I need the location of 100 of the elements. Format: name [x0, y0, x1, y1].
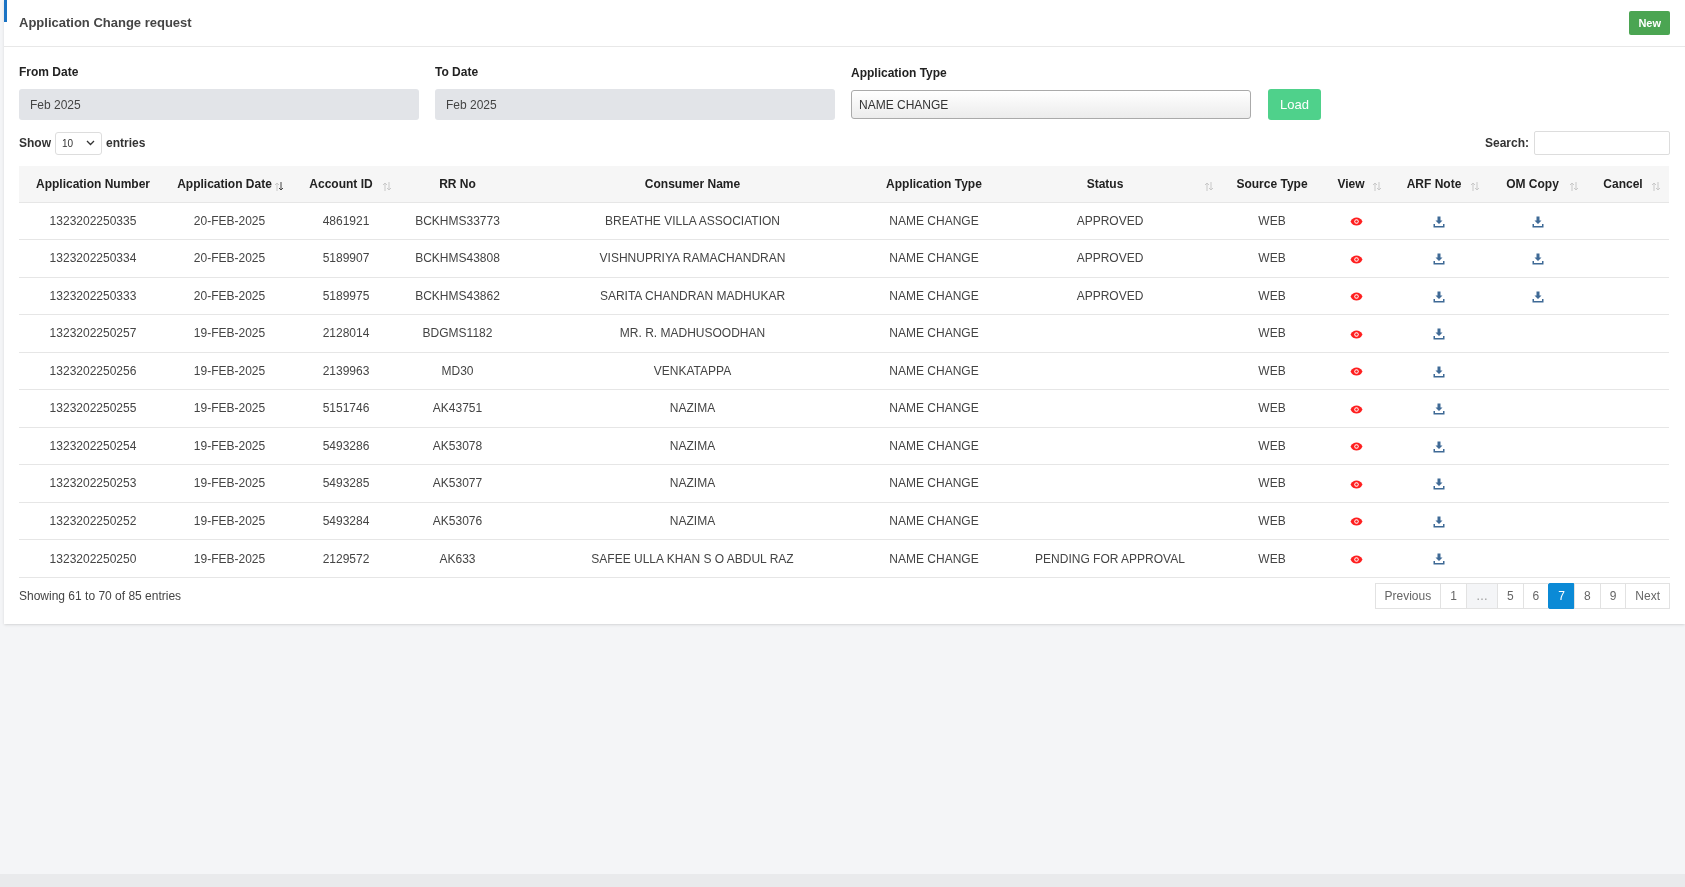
table-cell: NAME CHANGE: [870, 202, 998, 240]
table-cell: AK43751: [400, 389, 515, 427]
table-cell: WEB: [1222, 352, 1322, 390]
chevron-down-icon: [86, 140, 95, 146]
eye-icon[interactable]: [1349, 292, 1363, 302]
table-cell: WEB: [1222, 277, 1322, 315]
column-header: RR No: [400, 166, 515, 202]
column-header[interactable]: View: [1322, 166, 1390, 202]
table-cell: 5493285: [292, 464, 400, 502]
eye-icon[interactable]: [1349, 479, 1363, 489]
page-button[interactable]: Next: [1625, 583, 1670, 609]
eye-icon[interactable]: [1349, 442, 1363, 452]
column-header[interactable]: ARF Note: [1390, 166, 1488, 202]
page-button[interactable]: Previous: [1374, 583, 1442, 609]
page-title: Application Change request: [19, 14, 192, 33]
table-cell: AK53076: [400, 502, 515, 540]
column-header[interactable]: Application Date: [167, 166, 292, 202]
page-button[interactable]: 8: [1573, 583, 1601, 609]
table-cell: NAME CHANGE: [870, 502, 998, 540]
column-header[interactable]: Account ID: [292, 166, 400, 202]
table-cell: 20-FEB-2025: [167, 277, 292, 315]
date-field[interactable]: Feb 2025: [19, 89, 419, 120]
table-cell: WEB: [1222, 464, 1322, 502]
table-cell: NAZIMA: [515, 427, 870, 465]
table-cell: 19-FEB-2025: [167, 539, 292, 577]
page-button[interactable]: 5: [1496, 583, 1524, 609]
download-icon[interactable]: [1433, 553, 1445, 566]
table-cell: NAME CHANGE: [870, 314, 998, 352]
table-cell: 4861921: [292, 202, 400, 240]
entries-label: entries: [106, 135, 146, 152]
table-cell: NAME CHANGE: [870, 539, 998, 577]
column-header[interactable]: OM Copy: [1488, 166, 1587, 202]
download-icon[interactable]: [1531, 215, 1544, 228]
download-icon[interactable]: [1433, 215, 1445, 228]
table-cell: 1323202250334: [19, 239, 167, 277]
accent-bar: [4, 0, 7, 22]
table-cell: 2139963: [292, 352, 400, 390]
table-cell: NAME CHANGE: [870, 427, 998, 465]
download-icon[interactable]: [1433, 328, 1445, 341]
table-cell: BCKHMS43862: [400, 277, 515, 315]
download-icon[interactable]: [1433, 403, 1445, 416]
eye-icon[interactable]: [1349, 517, 1363, 527]
table-cell: WEB: [1222, 427, 1322, 465]
show-label: Show: [19, 135, 51, 152]
table-cell: APPROVED: [998, 202, 1222, 240]
table-cell: 1323202250253: [19, 464, 167, 502]
table-cell: 2128014: [292, 314, 400, 352]
download-icon[interactable]: [1531, 290, 1544, 303]
table-cell: WEB: [1222, 539, 1322, 577]
download-icon[interactable]: [1433, 290, 1445, 303]
entries-select[interactable]: 10: [55, 131, 102, 155]
table-cell: MR. R. MADHUSOODHAN: [515, 314, 870, 352]
eye-icon[interactable]: [1349, 217, 1363, 227]
table-cell: MD30: [400, 352, 515, 390]
page-button[interactable]: 7: [1548, 583, 1575, 609]
table-cell: BCKHMS43808: [400, 239, 515, 277]
table-cell: WEB: [1222, 389, 1322, 427]
table-cell: 20-FEB-2025: [167, 202, 292, 240]
table-cell: APPROVED: [998, 239, 1222, 277]
table-cell: 19-FEB-2025: [167, 464, 292, 502]
table-cell: SAFEE ULLA KHAN S O ABDUL RAZ: [515, 539, 870, 577]
eye-icon[interactable]: [1349, 329, 1363, 339]
download-icon[interactable]: [1433, 478, 1445, 491]
table-cell: 5493284: [292, 502, 400, 540]
table-cell: AK633: [400, 539, 515, 577]
column-header[interactable]: Cancel: [1587, 166, 1669, 202]
table-cell: 5189907: [292, 239, 400, 277]
page-button[interactable]: 1: [1440, 583, 1467, 609]
table-cell: 1323202250256: [19, 352, 167, 390]
table-cell: 5493286: [292, 427, 400, 465]
table-cell: 1323202250335: [19, 202, 167, 240]
download-icon[interactable]: [1531, 253, 1544, 266]
column-header[interactable]: Status: [998, 166, 1222, 202]
column-header: Application Type: [870, 166, 998, 202]
table-cell: 19-FEB-2025: [167, 314, 292, 352]
table-cell: NAME CHANGE: [870, 239, 998, 277]
table-cell: BREATHE VILLA ASSOCIATION: [515, 202, 870, 240]
download-icon[interactable]: [1433, 253, 1445, 266]
download-icon[interactable]: [1433, 440, 1445, 453]
table-cell: NAZIMA: [515, 389, 870, 427]
column-header: Consumer Name: [515, 166, 870, 202]
download-icon[interactable]: [1433, 515, 1445, 528]
select-field[interactable]: NAME CHANGE: [851, 90, 1251, 119]
table-cell: 2129572: [292, 539, 400, 577]
download-icon[interactable]: [1433, 365, 1445, 378]
table-cell: VENKATAPPA: [515, 352, 870, 390]
table-cell: NAME CHANGE: [870, 464, 998, 502]
search-field[interactable]: [1534, 131, 1670, 155]
eye-icon[interactable]: [1349, 367, 1363, 377]
column-header: Application Number: [19, 166, 167, 202]
eye-icon[interactable]: [1349, 554, 1363, 564]
page-button: …: [1465, 583, 1498, 609]
table-cell: 19-FEB-2025: [167, 352, 292, 390]
eye-icon[interactable]: [1349, 254, 1363, 264]
date-field[interactable]: Feb 2025: [435, 89, 835, 120]
table-cell: NAME CHANGE: [870, 277, 998, 315]
table-cell: 1323202250257: [19, 314, 167, 352]
table-cell: BCKHMS33773: [400, 202, 515, 240]
eye-icon[interactable]: [1349, 404, 1363, 414]
column-header: Source Type: [1222, 166, 1322, 202]
